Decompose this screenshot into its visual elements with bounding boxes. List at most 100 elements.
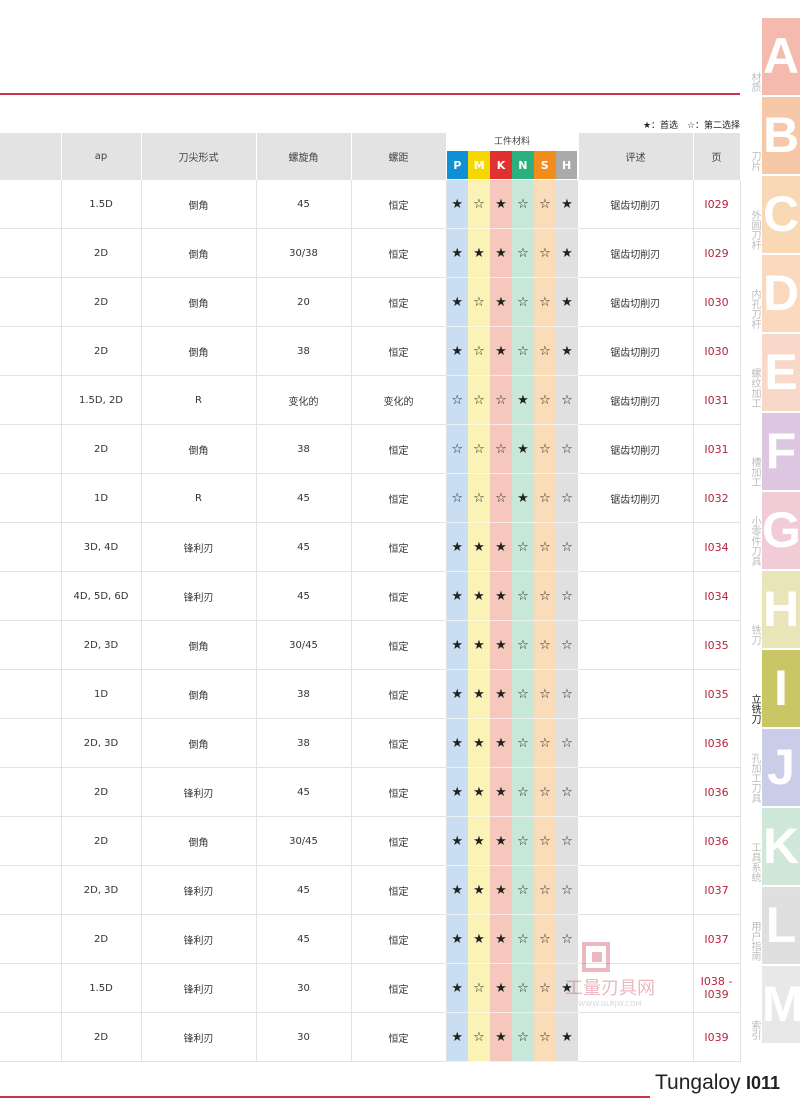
helix-cell: 38 [256, 718, 352, 768]
section-tab-label: 工具系统 [749, 842, 760, 882]
top-rule [0, 93, 740, 95]
page-ref-link[interactable]: I029 [693, 228, 741, 278]
section-tab-h[interactable]: H 铣刀 [742, 571, 800, 648]
page-ref-link[interactable]: I039 [693, 1012, 741, 1062]
section-tab-j[interactable]: J 孔加工刀具 [742, 729, 800, 806]
helix-cell: 30/38 [256, 228, 352, 278]
material-s-rating: ☆ [534, 424, 556, 474]
row-blank-cell [0, 669, 62, 719]
table-row: 2D 倒角 20 恒定 ★ ☆ ★ ☆ ☆ ★ 锯齿切削刃 I030 [0, 277, 741, 327]
page-ref-link[interactable]: I037 [693, 914, 741, 964]
ap-cell: 2D [61, 326, 142, 376]
header-remark: 评述 [578, 133, 694, 180]
ap-cell: 2D [61, 914, 142, 964]
material-p-rating: ★ [446, 1012, 468, 1062]
section-tab-c[interactable]: C 外圆刀杆 [742, 176, 800, 253]
section-tab-b[interactable]: B 刀片 [742, 97, 800, 174]
page-ref-link[interactable]: I035 [693, 620, 741, 670]
material-s-header: S [533, 151, 556, 179]
page-ref-link[interactable]: I038 - I039 [693, 963, 741, 1013]
bottom-rule [0, 1096, 650, 1098]
material-n-rating: ☆ [512, 669, 534, 719]
page-ref-link[interactable]: I037 [693, 865, 741, 915]
section-tab-k[interactable]: K 工具系统 [742, 808, 800, 885]
row-blank-cell [0, 963, 62, 1013]
page-ref-link[interactable]: I036 [693, 767, 741, 817]
remark-cell [578, 669, 694, 719]
material-s-rating: ☆ [534, 620, 556, 670]
material-p-rating: ★ [446, 767, 468, 817]
section-tab-g[interactable]: G 小零件刀具 [742, 492, 800, 569]
row-blank-cell [0, 620, 62, 670]
ap-cell: 2D [61, 816, 142, 866]
section-tab-m[interactable]: M 索引 [742, 966, 800, 1043]
material-p-rating: ★ [446, 326, 468, 376]
material-s-rating: ☆ [534, 375, 556, 425]
material-k-rating: ★ [490, 865, 512, 915]
page-ref-link[interactable]: I035 [693, 669, 741, 719]
section-tab-f[interactable]: F 槽加工 [742, 413, 800, 490]
material-p-rating: ★ [446, 522, 468, 572]
section-tab-i[interactable]: I 立铣刀 [742, 650, 800, 727]
ap-cell: 2D, 3D [61, 620, 142, 670]
section-tab-letter: K [762, 808, 800, 885]
page-ref-link[interactable]: I030 [693, 277, 741, 327]
material-h-rating: ☆ [556, 816, 578, 866]
remark-cell [578, 767, 694, 817]
legend: ★：首选 ☆：第二选择 [600, 118, 740, 131]
page-ref-link[interactable]: I030 [693, 326, 741, 376]
material-n-rating: ☆ [512, 865, 534, 915]
material-h-rating: ☆ [556, 424, 578, 474]
page-ref-link[interactable]: I032 [693, 473, 741, 523]
remark-cell [578, 865, 694, 915]
material-n-rating: ☆ [512, 277, 534, 327]
material-h-rating: ☆ [556, 620, 578, 670]
pitch-cell: 恒定 [351, 424, 447, 474]
material-n-rating: ☆ [512, 228, 534, 278]
section-tab-e[interactable]: E 螺纹加工 [742, 334, 800, 411]
page-ref-link[interactable]: I031 [693, 424, 741, 474]
material-m-rating: ☆ [468, 326, 490, 376]
page-ref-link[interactable]: I034 [693, 522, 741, 572]
pitch-cell: 恒定 [351, 816, 447, 866]
material-n-rating: ☆ [512, 816, 534, 866]
page-ref-link[interactable]: I034 [693, 571, 741, 621]
corner-cell: 锋利刃 [141, 963, 257, 1013]
section-tab-a[interactable]: A 材质 [742, 18, 800, 95]
pitch-cell: 恒定 [351, 473, 447, 523]
pitch-cell: 恒定 [351, 277, 447, 327]
material-n-header: N [511, 151, 534, 179]
material-k-rating: ☆ [490, 473, 512, 523]
material-h-rating: ☆ [556, 767, 578, 817]
material-n-rating: ☆ [512, 326, 534, 376]
corner-cell: 倒角 [141, 816, 257, 866]
legend-secondary: ☆：第二选择 [686, 121, 740, 131]
ap-cell: 2D [61, 1012, 142, 1062]
page-ref-link[interactable]: I036 [693, 718, 741, 768]
helix-cell: 45 [256, 522, 352, 572]
remark-cell [578, 718, 694, 768]
material-h-rating: ☆ [556, 718, 578, 768]
material-n-rating: ☆ [512, 1012, 534, 1062]
page-ref-link[interactable]: I029 [693, 180, 741, 229]
material-k-rating: ★ [490, 1012, 512, 1062]
row-blank-cell [0, 326, 62, 376]
pitch-cell: 恒定 [351, 914, 447, 964]
page-ref-link[interactable]: I031 [693, 375, 741, 425]
material-h-rating: ☆ [556, 571, 578, 621]
material-m-rating: ★ [468, 865, 490, 915]
helix-cell: 45 [256, 767, 352, 817]
page-ref-link[interactable]: I036 [693, 816, 741, 866]
ap-cell: 1D [61, 473, 142, 523]
material-s-rating: ☆ [534, 228, 556, 278]
helix-cell: 30/45 [256, 816, 352, 866]
corner-cell: 倒角 [141, 277, 257, 327]
material-p-rating: ★ [446, 669, 468, 719]
material-m-rating: ☆ [468, 180, 490, 229]
material-p-rating: ★ [446, 816, 468, 866]
section-tab-label: 刀片 [749, 151, 760, 171]
material-p-rating: ☆ [446, 473, 468, 523]
pitch-cell: 恒定 [351, 669, 447, 719]
section-tab-l[interactable]: L 用户指南 [742, 887, 800, 964]
section-tab-d[interactable]: D 内孔刀杆 [742, 255, 800, 332]
